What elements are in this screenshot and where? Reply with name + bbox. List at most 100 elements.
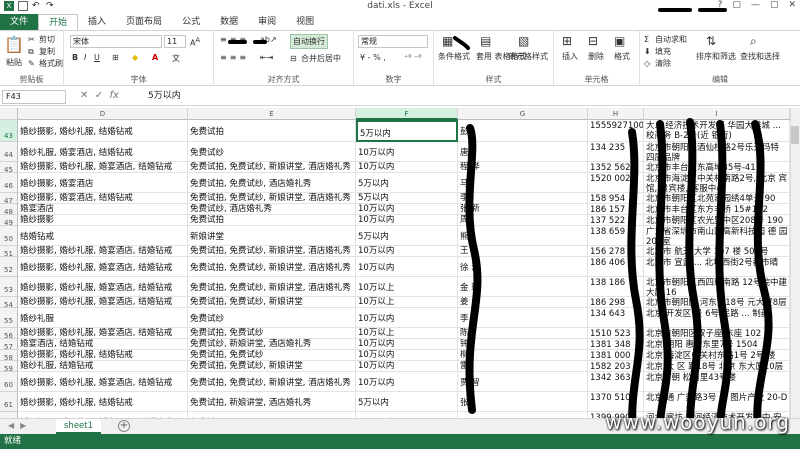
- cell-i[interactable]: 北京 朝阳 惠新东里7号 1504: [644, 339, 790, 350]
- cell-styles-button[interactable]: 单元格样式: [508, 51, 548, 62]
- tab-view[interactable]: 视图: [286, 14, 324, 30]
- cell-f[interactable]: 5万以内: [356, 226, 458, 246]
- row-header[interactable]: 58: [0, 350, 18, 362]
- cell-g[interactable]: 雷: [458, 361, 588, 372]
- cell-h[interactable]: 138 186: [588, 277, 644, 297]
- row-header[interactable]: 45: [0, 162, 18, 174]
- cell-d[interactable]: 结婚钻戒: [18, 226, 188, 246]
- cell-e[interactable]: 免费试拍, 免费试纱, 新娘讲堂, 酒店婚礼秀: [188, 193, 356, 204]
- delete-cells-button[interactable]: 删除: [588, 51, 604, 62]
- cell-f[interactable]: 10万以上: [356, 297, 458, 308]
- cell-e[interactable]: 免费试拍, 免费试纱, 新娘讲堂: [188, 361, 356, 372]
- cell-g[interactable]: 钟: [458, 339, 588, 350]
- phonetic-icon[interactable]: 文: [172, 53, 180, 64]
- cell-i[interactable]: 广东省深圳市南山区高新科技园 德 园 203室: [644, 226, 790, 246]
- sort-filter-button[interactable]: 排序和筛选: [696, 51, 736, 62]
- cell-i[interactable]: 北京市朝阳区双子座 东座 102: [644, 328, 790, 339]
- cell-i[interactable]: 北京市丰台区东方丰桥 15#102: [644, 204, 790, 215]
- row-header[interactable]: 50: [0, 226, 18, 246]
- cell-h[interactable]: 1370 510: [588, 392, 644, 412]
- cell-i[interactable]: 北京市朝 松榆里43号楼: [644, 372, 790, 392]
- spreadsheet-grid[interactable]: D E F G H I 43 婚纱摄影, 婚纱礼服, 结婚钻戒 免费试拍 5万以内彭 1555927…: [0, 108, 800, 418]
- cell-i[interactable]: 北京 大 区 路18号 北京 东大厦10层: [644, 361, 790, 372]
- cell-h[interactable]: 158 954: [588, 193, 644, 204]
- cell-e[interactable]: 免费试纱: [188, 308, 356, 328]
- cell-g[interactable]: 徐 潇: [458, 257, 588, 277]
- cell-g[interactable]: 唐: [458, 142, 588, 162]
- cell-h[interactable]: 1582 203: [588, 361, 644, 372]
- cell-i[interactable]: 北京市朝阳区西四环南路 12号院中建 大厦 16: [644, 277, 790, 297]
- format-cells-icon[interactable]: ▣: [614, 34, 625, 48]
- cell-e[interactable]: 免费试拍: [188, 120, 356, 142]
- cell-g[interactable]: 张: [458, 392, 588, 412]
- close-button[interactable]: ✕: [788, 0, 796, 10]
- name-box[interactable]: F43: [2, 90, 66, 104]
- cell-h[interactable]: 134 235: [588, 142, 644, 162]
- tab-data[interactable]: 数据: [210, 14, 248, 30]
- cell-i[interactable]: 北京 通 广渠路3号 兑 图片产业 20-D: [644, 392, 790, 412]
- cell-h[interactable]: 1381 000: [588, 350, 644, 361]
- select-all-corner[interactable]: [0, 108, 18, 120]
- binoculars-icon[interactable]: ⌕: [750, 34, 757, 49]
- clear-button[interactable]: ◇ 清除: [644, 58, 671, 69]
- cell-g[interactable]: 柳: [458, 350, 588, 361]
- add-sheet-icon[interactable]: +: [118, 420, 130, 432]
- cell-d[interactable]: 婚纱摄影, 婚纱礼服, 婚宴酒店, 结婚钻戒: [18, 372, 188, 392]
- cell-d[interactable]: 婚纱摄影, 婚纱礼服, 婚宴酒店, 结婚钻戒: [18, 246, 188, 257]
- grow-font-icon[interactable]: AA: [190, 36, 200, 48]
- tab-insert[interactable]: 插入: [78, 14, 116, 30]
- cell-f[interactable]: 10万以内: [356, 204, 458, 215]
- tab-review[interactable]: 审阅: [248, 14, 286, 30]
- maximize-button[interactable]: ▢: [770, 0, 779, 10]
- row-header[interactable]: 46: [0, 173, 18, 193]
- cell-i[interactable]: 北京市 宣武 ... 北坊西街2号都市晴: [644, 257, 790, 277]
- cell-d[interactable]: 婚宴酒店: [18, 204, 188, 215]
- cell-f[interactable]: 5万以内: [356, 193, 458, 204]
- cell-e[interactable]: 免费试纱, 酒店婚礼秀: [188, 204, 356, 215]
- cell-g[interactable]: 周: [458, 215, 588, 226]
- cell-f[interactable]: 5万以内: [356, 392, 458, 412]
- border-icon[interactable]: ⊞: [112, 53, 119, 62]
- row-header[interactable]: 43: [0, 120, 18, 142]
- sheet-nav-arrows[interactable]: ◀▶: [8, 421, 32, 430]
- conditional-format-button[interactable]: 条件格式: [438, 51, 470, 62]
- row-header[interactable]: 56: [0, 328, 18, 340]
- fill-color-icon[interactable]: ◆: [132, 53, 138, 62]
- cell-f[interactable]: 10万以内: [356, 162, 458, 173]
- cell-i[interactable]: 北京市朝阳区酒仙桥路2号乐天玛特 四层品牌: [644, 142, 790, 162]
- cell-h[interactable]: 15559271001: [588, 120, 644, 142]
- row-header[interactable]: 54: [0, 297, 18, 309]
- column-header-d[interactable]: D: [18, 108, 188, 120]
- copy-button[interactable]: ⧉ 复制: [28, 46, 55, 57]
- tab-page-layout[interactable]: 页面布局: [116, 14, 172, 30]
- cell-h[interactable]: 134 643: [588, 308, 644, 328]
- cell-f[interactable]: 10万以内: [356, 361, 458, 372]
- cell-h[interactable]: 1510 523: [588, 328, 644, 339]
- decimal-icons[interactable]: ⁺⁰ ⁻⁰: [404, 53, 421, 62]
- paste-icon[interactable]: 📋: [4, 35, 24, 54]
- horizontal-align-icons[interactable]: ≡≡≡: [220, 53, 249, 62]
- minimize-button[interactable]: —: [751, 0, 760, 10]
- cell-d[interactable]: 婚纱礼服: [18, 308, 188, 328]
- row-header[interactable]: 55: [0, 308, 18, 328]
- cell-h[interactable]: 137 522: [588, 215, 644, 226]
- sort-filter-icon[interactable]: ⇅: [706, 34, 716, 48]
- row-header[interactable]: 59: [0, 361, 18, 373]
- cell-d[interactable]: 婚纱摄影, 婚宴酒店: [18, 173, 188, 193]
- cell-f[interactable]: 5万以内: [356, 120, 458, 142]
- vertical-scroll-thumb[interactable]: [791, 126, 799, 144]
- cell-d[interactable]: 婚纱摄影, 婚纱礼服, 结婚钻戒: [18, 392, 188, 412]
- column-header-h[interactable]: H: [588, 108, 644, 120]
- cell-g[interactable]: 王: [458, 246, 588, 257]
- cell-f[interactable]: 10万以内: [356, 372, 458, 392]
- row-header[interactable]: 47: [0, 193, 18, 205]
- orientation-icon[interactable]: ab↗: [260, 35, 277, 44]
- cell-d[interactable]: 婚纱摄影, 婚纱礼服, 婚宴酒店, 结婚钻戒: [18, 328, 188, 339]
- cell-h[interactable]: 138 659: [588, 226, 644, 246]
- cell-g[interactable]: 贾 智: [458, 372, 588, 392]
- cancel-icon[interactable]: ✕: [80, 90, 88, 101]
- vertical-align-icons[interactable]: ≡≡≡: [220, 35, 249, 44]
- cell-g[interactable]: 程 烨: [458, 162, 588, 173]
- cell-i[interactable]: 北京 开发区 景 6号 民路 ... 制药: [644, 308, 790, 328]
- delete-cells-icon[interactable]: ⊟: [588, 34, 598, 48]
